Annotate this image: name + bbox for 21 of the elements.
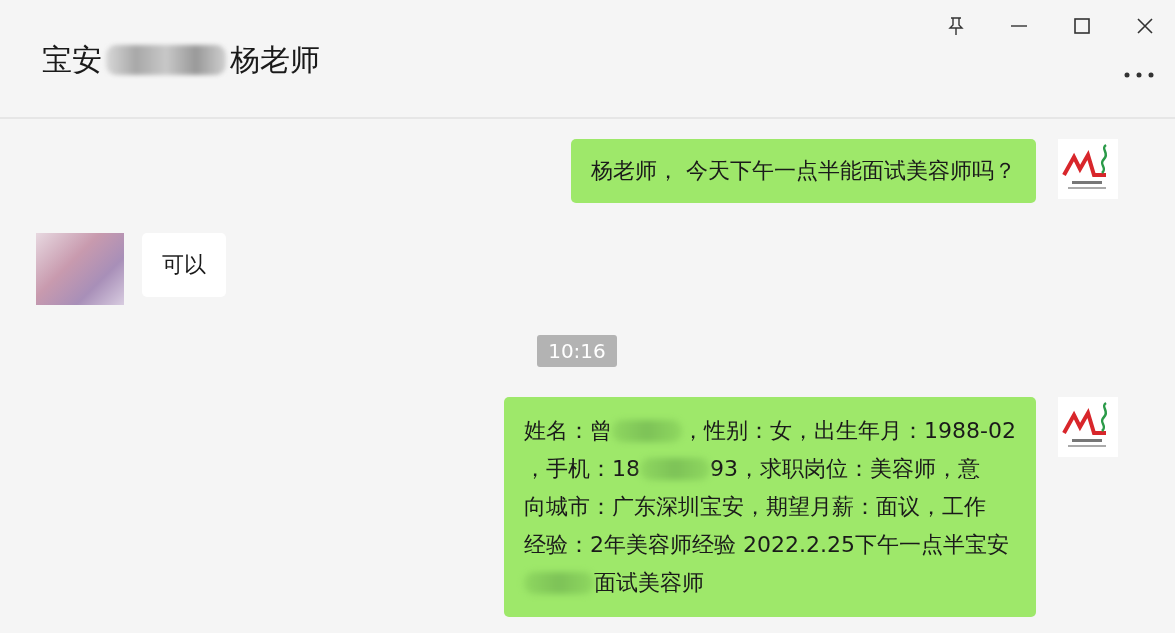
message-text: 93，求职岗位：美容师，意 bbox=[710, 455, 981, 483]
message-text: 面试美容师 bbox=[594, 569, 705, 597]
message-text: 经验：2年美容师经验 2022.2.25下午一点半宝安 bbox=[524, 531, 1010, 559]
close-icon[interactable] bbox=[1135, 16, 1155, 36]
maximize-icon[interactable] bbox=[1072, 16, 1092, 36]
message-text: ，手机：18 bbox=[524, 455, 641, 483]
more-icon[interactable] bbox=[1123, 71, 1155, 79]
chat-title: 杨老师 bbox=[230, 41, 320, 79]
chat-title: 宝安 bbox=[42, 41, 102, 79]
message-text: 姓名：曾 bbox=[524, 417, 613, 445]
message-text: 向城市：广东深圳宝安，期望月薪：面议，工作 bbox=[524, 493, 987, 521]
message-text: ，性别：女，出生年月：1988-02 bbox=[682, 417, 1016, 445]
pin-icon[interactable] bbox=[946, 16, 966, 36]
logo-avatar[interactable] bbox=[1058, 397, 1118, 457]
message-text: 杨老师， 今天下午一点半能面试美容师吗？ bbox=[591, 157, 1016, 185]
blurred-area bbox=[640, 458, 711, 480]
message-text: 可以 bbox=[162, 251, 206, 279]
blurred-area bbox=[524, 572, 595, 594]
logo-avatar[interactable] bbox=[1058, 139, 1118, 199]
timestamp: 10:16 bbox=[537, 335, 617, 367]
blurred-area bbox=[612, 420, 683, 442]
